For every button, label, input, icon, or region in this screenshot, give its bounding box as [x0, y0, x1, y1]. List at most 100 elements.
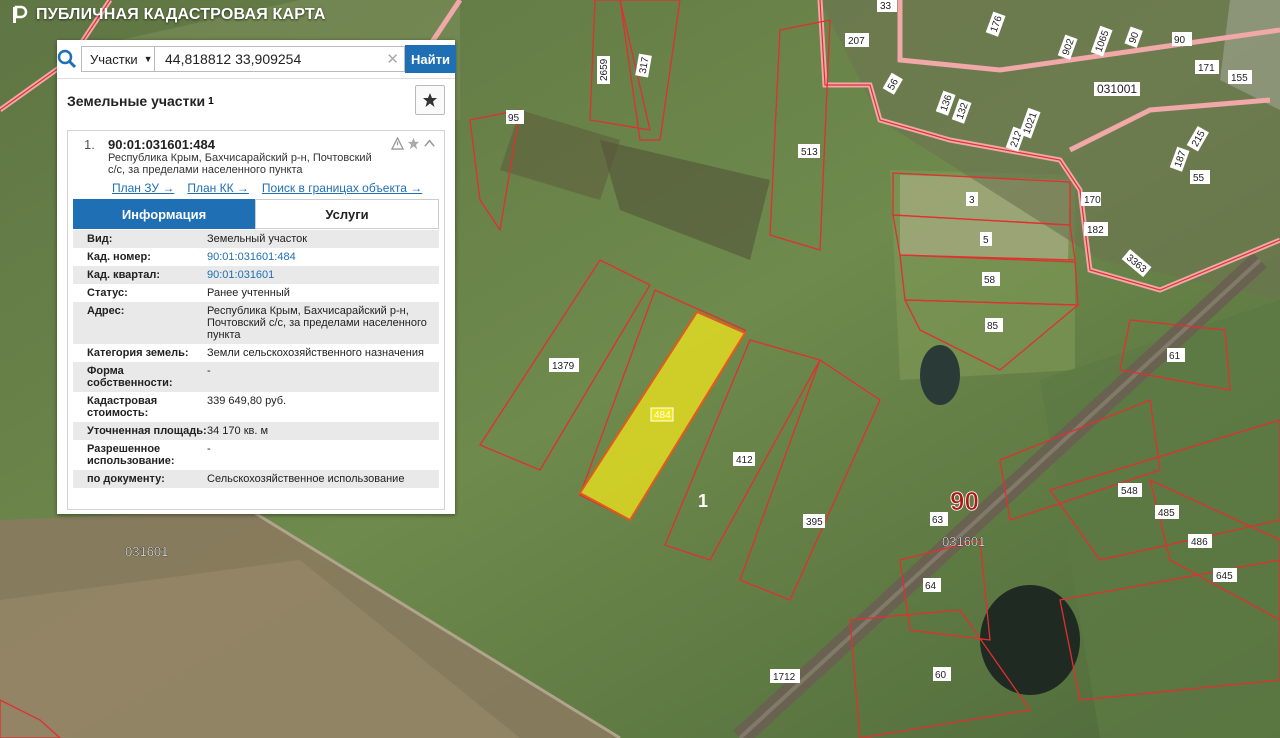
result-count: 1 [208, 95, 214, 107]
search-panel: Участки ▼ ✕ Найти Земельные участки1 1. … [57, 40, 456, 514]
search-input[interactable] [155, 46, 405, 72]
parcel-label[interactable]: 1379 [549, 358, 579, 372]
info-value: Земли сельскохозяйственного назначения [207, 347, 424, 359]
svg-text:64: 64 [925, 581, 937, 592]
section-header: Земельные участки 1 [57, 79, 455, 123]
parcel-label[interactable]: 55 [1190, 170, 1210, 184]
info-key: Кадастровая стоимость: [87, 395, 158, 419]
find-button[interactable]: Найти [405, 45, 456, 73]
parcel-label[interactable]: 513 [798, 144, 820, 158]
parcel-label[interactable]: 412 [733, 452, 755, 466]
favorites-button[interactable] [415, 85, 445, 115]
parcel-label[interactable]: 85 [985, 318, 1003, 332]
parcel-label: 1 [698, 491, 708, 511]
parcel-label[interactable]: 645 [1213, 568, 1237, 582]
result-address: Республика Крым, Бахчисарайский р-н, Поч… [108, 152, 372, 176]
info-key: Категория земель: [87, 347, 189, 359]
info-row: Кадастровая стоимость: 339 649,80 руб. [73, 392, 439, 422]
svg-text:207: 207 [848, 36, 865, 47]
parcel-label[interactable]: 5 [980, 232, 992, 246]
parcel-label[interactable]: 182 [1084, 222, 1108, 236]
info-value: Сельскохозяйственное использование [207, 473, 405, 485]
plan-kk-link[interactable]: План КК → [187, 181, 249, 195]
search-type-select[interactable]: Участки ▼ [81, 46, 155, 72]
parcel-label[interactable]: 486 [1188, 534, 1212, 548]
parcel-label[interactable]: 031001 [1094, 82, 1140, 96]
info-key: Кад. номер: [87, 251, 151, 263]
info-value: 339 649,80 руб. [207, 395, 287, 407]
svg-text:155: 155 [1231, 73, 1248, 84]
info-row: Форма собственности: - [73, 362, 439, 392]
info-row: по документу: Сельскохозяйственное исполь… [73, 470, 439, 488]
svg-text:170: 170 [1084, 195, 1101, 206]
parcel-label[interactable]: 90 [1172, 32, 1192, 46]
svg-text:60: 60 [935, 670, 947, 681]
plan-zu-link[interactable]: План ЗУ → [112, 181, 174, 195]
parcel-label[interactable]: 484 [650, 407, 674, 422]
info-key: Вид: [87, 233, 113, 245]
top-bar: ПУБЛИЧНАЯ КАДАСТРОВАЯ КАРТА [0, 0, 326, 30]
parcel-label[interactable]: 485 [1155, 505, 1179, 519]
info-key: Адрес: [87, 305, 125, 317]
info-row: Вид: Земельный участок [73, 230, 439, 248]
result-card: 1. 90:01:031601:484 Республика Крым, Бах… [67, 130, 445, 510]
result-tabs: Информация Услуги [73, 199, 439, 229]
svg-text:171: 171 [1198, 63, 1215, 74]
section-title: Земельные участки [67, 93, 206, 109]
warning-icon[interactable] [391, 137, 404, 150]
info-value-link[interactable]: 90:01:031601 [207, 269, 439, 281]
result-actions [391, 137, 436, 150]
tab-information[interactable]: Информация [73, 199, 255, 229]
parcel-label[interactable]: 3 [966, 192, 978, 206]
search-within-link[interactable]: Поиск в границах объекта → [262, 181, 422, 195]
info-key: Уточненная площадь: [87, 425, 207, 437]
parcel-label[interactable]: 64 [923, 578, 941, 592]
cadastral-number[interactable]: 90:01:031601:484 [108, 137, 215, 152]
svg-text:1712: 1712 [773, 672, 796, 683]
search-row: Участки ▼ ✕ Найти [57, 40, 456, 79]
parcel-label[interactable]: 171 [1195, 60, 1219, 74]
star-icon[interactable] [407, 137, 420, 150]
search-icon[interactable] [57, 40, 77, 78]
clear-icon[interactable]: ✕ [386, 50, 399, 68]
svg-text:55: 55 [1193, 173, 1205, 184]
parcel-label[interactable]: 95 [506, 110, 524, 124]
quarter-label: 031601 [942, 534, 985, 549]
parcel-label[interactable]: 1712 [770, 669, 800, 683]
result-index: 1. [84, 137, 95, 152]
parcel-label[interactable]: 170 [1081, 192, 1101, 206]
svg-text:61: 61 [1169, 351, 1181, 362]
parcel-label[interactable]: 60 [933, 667, 951, 681]
info-key: Форма собственности: [87, 365, 173, 389]
chevron-down-icon: ▼ [143, 54, 153, 64]
tab-services[interactable]: Услуги [255, 199, 439, 229]
parcel-label[interactable]: 58 [982, 272, 1000, 286]
info-row: Категория земель: Земли сельскохозяйствен… [73, 344, 439, 362]
svg-text:1379: 1379 [552, 361, 575, 372]
chevron-up-icon[interactable] [423, 137, 436, 150]
parcel-label[interactable]: 155 [1228, 70, 1252, 84]
info-row: Адрес: Республика Крым, Бахчисарайский р-… [73, 302, 439, 344]
svg-text:513: 513 [801, 147, 818, 158]
info-value: Земельный участок [207, 233, 308, 245]
svg-text:95: 95 [508, 113, 520, 124]
parcel-label[interactable]: 61 [1167, 348, 1185, 362]
svg-text:90: 90 [1174, 35, 1186, 46]
svg-text:182: 182 [1087, 225, 1104, 236]
parcel-label[interactable]: 395 [803, 514, 825, 528]
svg-text:485: 485 [1158, 508, 1175, 519]
app-title: ПУБЛИЧНАЯ КАДАСТРОВАЯ КАРТА [36, 6, 326, 23]
info-value-link[interactable]: 90:01:031601:484 [207, 251, 439, 263]
parcel-label[interactable]: 207 [845, 33, 869, 47]
parcel-label[interactable]: 63 [930, 512, 948, 526]
quarter-label: 031601 [125, 544, 168, 559]
parcel-label[interactable]: 33 [877, 0, 897, 12]
star-icon [423, 93, 437, 107]
svg-text:5: 5 [983, 235, 989, 246]
info-key: Разрешенное использование: [87, 443, 175, 467]
parcel-label[interactable]: 548 [1118, 483, 1142, 497]
svg-text:486: 486 [1191, 537, 1208, 548]
svg-text:412: 412 [736, 455, 753, 466]
parcel-label[interactable]: 2659 [597, 56, 610, 84]
info-row: Разрешенное использование: - [73, 440, 439, 470]
